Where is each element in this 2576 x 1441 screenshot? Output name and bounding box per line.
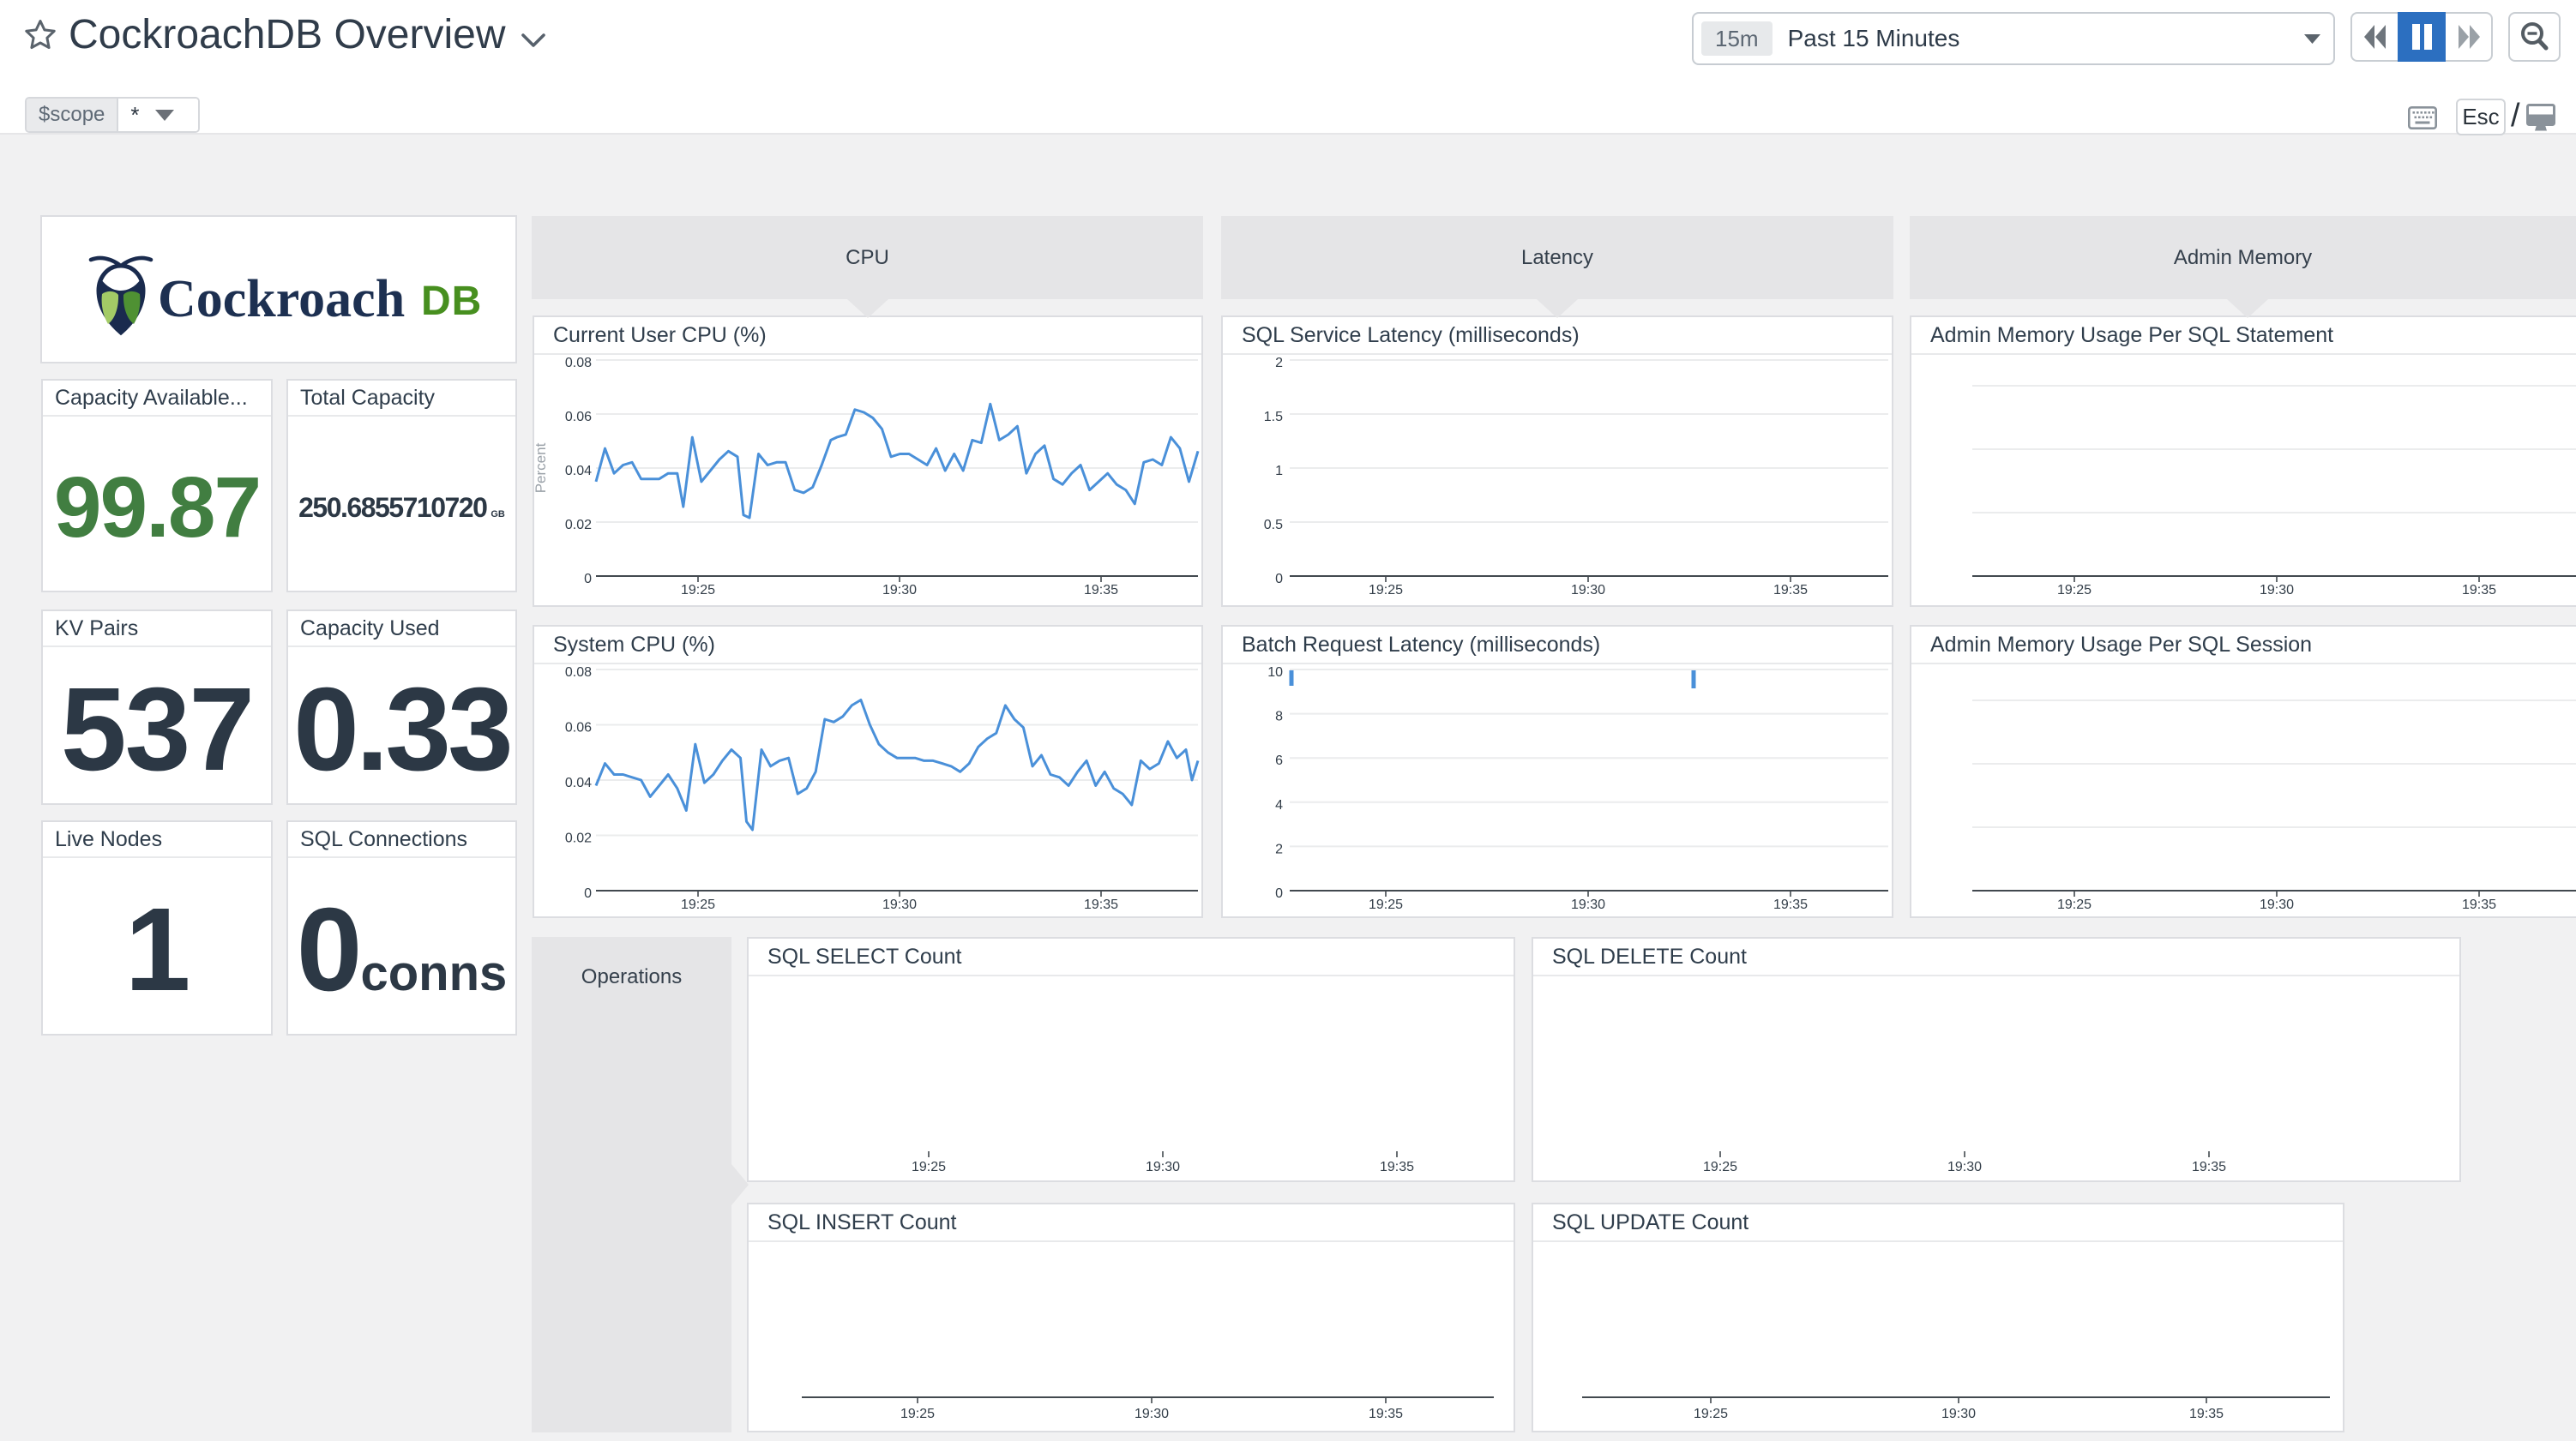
svg-text:19:35: 19:35 <box>1380 1160 1414 1174</box>
svg-text:19:35: 19:35 <box>1369 1407 1403 1421</box>
svg-text:19:30: 19:30 <box>2260 583 2294 597</box>
svg-text:19:25: 19:25 <box>1369 898 1403 912</box>
svg-text:0.06: 0.06 <box>565 410 592 424</box>
svg-text:19:35: 19:35 <box>2189 1407 2224 1421</box>
svg-text:0.08: 0.08 <box>565 356 592 370</box>
svg-text:19:25: 19:25 <box>681 898 715 912</box>
svg-text:19:30: 19:30 <box>1135 1407 1169 1421</box>
svg-text:19:30: 19:30 <box>2260 898 2294 912</box>
svg-text:19:30: 19:30 <box>1146 1160 1180 1174</box>
svg-text:6: 6 <box>1275 754 1283 768</box>
svg-text:19:25: 19:25 <box>900 1407 935 1421</box>
svg-text:1: 1 <box>1275 464 1283 478</box>
svg-text:19:35: 19:35 <box>2462 583 2496 597</box>
svg-text:19:25: 19:25 <box>1703 1160 1737 1174</box>
svg-text:19:25: 19:25 <box>912 1160 946 1174</box>
svg-text:19:30: 19:30 <box>882 898 917 912</box>
svg-text:0.04: 0.04 <box>565 464 592 478</box>
svg-text:19:30: 19:30 <box>1941 1407 1976 1421</box>
svg-text:1.5: 1.5 <box>1264 410 1283 424</box>
svg-text:8: 8 <box>1275 710 1283 724</box>
svg-text:2: 2 <box>1275 356 1283 370</box>
svg-text:0.08: 0.08 <box>565 665 592 680</box>
svg-text:19:25: 19:25 <box>1369 583 1403 597</box>
svg-text:19:30: 19:30 <box>1571 898 1605 912</box>
svg-text:19:30: 19:30 <box>1947 1160 1982 1174</box>
svg-text:19:35: 19:35 <box>1773 583 1808 597</box>
svg-text:19:25: 19:25 <box>681 583 715 597</box>
svg-text:19:25: 19:25 <box>2057 898 2091 912</box>
svg-text:Percent: Percent <box>533 442 549 493</box>
svg-text:0.02: 0.02 <box>565 518 592 532</box>
svg-text:0: 0 <box>584 572 592 586</box>
svg-text:10: 10 <box>1267 665 1283 680</box>
svg-text:DB: DB <box>421 279 482 324</box>
svg-text:19:25: 19:25 <box>1694 1407 1728 1421</box>
svg-text:Cockroach: Cockroach <box>158 270 405 328</box>
svg-text:19:30: 19:30 <box>1571 583 1605 597</box>
svg-text:19:35: 19:35 <box>2462 898 2496 912</box>
svg-text:0: 0 <box>584 886 592 901</box>
svg-text:19:30: 19:30 <box>882 583 917 597</box>
svg-text:0: 0 <box>1275 572 1283 586</box>
svg-text:19:35: 19:35 <box>1773 898 1808 912</box>
svg-text:0.04: 0.04 <box>565 776 592 790</box>
svg-text:0.5: 0.5 <box>1264 518 1283 532</box>
svg-text:19:35: 19:35 <box>2192 1160 2226 1174</box>
svg-text:19:35: 19:35 <box>1084 583 1118 597</box>
svg-text:0.02: 0.02 <box>565 832 592 846</box>
svg-text:19:25: 19:25 <box>2057 583 2091 597</box>
svg-text:0: 0 <box>1275 886 1283 901</box>
svg-text:4: 4 <box>1275 798 1283 813</box>
svg-text:19:35: 19:35 <box>1084 898 1118 912</box>
svg-text:2: 2 <box>1275 842 1283 856</box>
svg-text:0.06: 0.06 <box>565 721 592 736</box>
